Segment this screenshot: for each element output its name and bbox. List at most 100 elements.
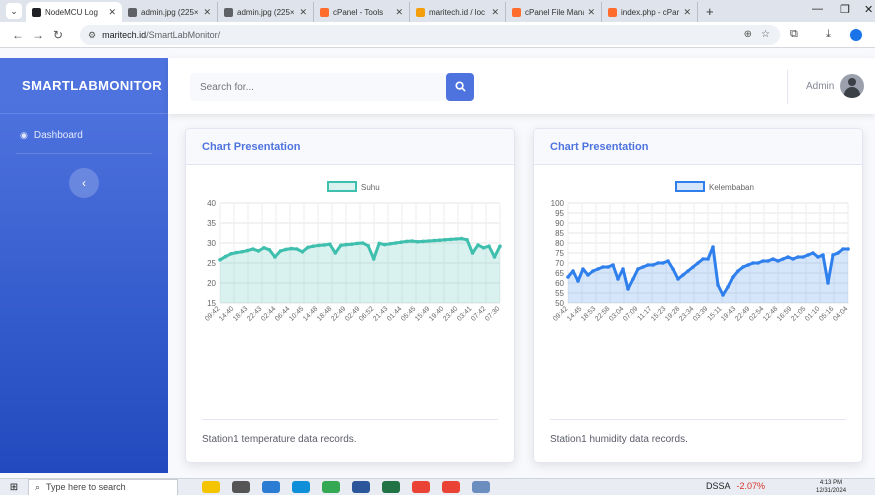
y-tick-label: 40 xyxy=(207,199,216,208)
chrome-icon[interactable] xyxy=(322,481,340,493)
avatar-head xyxy=(848,78,856,86)
tab-close-icon[interactable]: ✕ xyxy=(683,7,691,18)
data-point xyxy=(821,253,825,257)
browser-tab[interactable]: NodeMCU Log ✕ xyxy=(26,2,122,22)
browser-tab[interactable]: cPanel File Mana ✕ xyxy=(506,2,602,22)
task-view-icon[interactable] xyxy=(232,481,250,493)
cortana-icon[interactable] xyxy=(202,481,220,493)
tab-close-icon[interactable]: ✕ xyxy=(395,7,403,18)
sidebar-toggle-button[interactable]: ‹ xyxy=(69,168,99,198)
tab-close-icon[interactable]: ✕ xyxy=(203,7,211,18)
data-point xyxy=(289,246,294,251)
clock[interactable]: 4:13 PM 12/31/2024 xyxy=(816,479,846,495)
tab-close-icon[interactable]: ✕ xyxy=(108,7,116,18)
x-tick-label: 07:42 xyxy=(470,305,487,322)
x-tick-label: 14:45 xyxy=(566,305,583,322)
minimize-icon[interactable]: — xyxy=(812,3,823,15)
browser-tab[interactable]: admin.jpg (225× ✕ xyxy=(218,2,314,22)
x-tick-label: 02:44 xyxy=(260,305,277,322)
search-button[interactable] xyxy=(446,73,474,101)
browser-tab[interactable]: cPanel - Tools ✕ xyxy=(314,2,410,22)
data-point xyxy=(786,255,790,259)
card-divider xyxy=(202,419,498,420)
data-point xyxy=(791,257,795,261)
bookmark-star-icon[interactable]: ☆ xyxy=(761,29,770,40)
site-info-icon[interactable]: ⚙ xyxy=(88,30,96,41)
data-point xyxy=(631,277,635,281)
x-tick-label: 12:48 xyxy=(762,305,779,322)
edge-icon[interactable] xyxy=(292,481,310,493)
avatar[interactable] xyxy=(840,74,864,98)
data-point xyxy=(388,242,392,246)
data-point xyxy=(284,247,288,252)
x-tick-label: 01:44 xyxy=(386,305,403,322)
legend-label: Suhu xyxy=(361,183,380,192)
forward-icon[interactable]: → xyxy=(28,28,48,42)
data-point xyxy=(621,267,625,271)
x-tick-label: 22:43 xyxy=(246,305,263,322)
taskbar-search[interactable]: ⌕ Type here to search xyxy=(28,478,178,495)
browser-tab[interactable]: index.php - cPar ✕ xyxy=(602,2,698,22)
tab-close-icon[interactable]: ✕ xyxy=(299,7,307,18)
user-name[interactable]: Admin xyxy=(806,81,834,92)
x-tick-label: 15:23 xyxy=(650,305,667,322)
browser-tab[interactable]: admin.jpg (225× ✕ xyxy=(122,2,218,22)
close-window-icon[interactable]: ✕ xyxy=(864,3,873,16)
chrome-icon[interactable] xyxy=(442,481,460,493)
new-tab-button[interactable]: + xyxy=(698,4,722,22)
x-tick-label: 06:52 xyxy=(358,305,375,322)
data-point xyxy=(706,257,710,261)
download-icon[interactable]: ⤓ xyxy=(826,28,831,41)
avatar-body xyxy=(844,87,860,98)
word-icon[interactable] xyxy=(352,481,370,493)
clock-date: 12/31/2024 xyxy=(816,488,847,494)
sidebar: SMARTLABMONITOR ◉ Dashboard ‹ xyxy=(0,58,168,473)
data-point xyxy=(771,257,775,261)
chrome-icon[interactable] xyxy=(412,481,430,493)
windows-start-icon[interactable]: ⊞ xyxy=(0,482,28,493)
data-point xyxy=(382,242,387,247)
data-point xyxy=(344,242,349,247)
y-tick-label: 65 xyxy=(555,269,564,278)
windows-taskbar: ⊞ ⌕ Type here to search DSSA -2.07% 4:13 … xyxy=(0,478,875,495)
tab-search-icon[interactable]: ⌄ xyxy=(6,3,22,19)
file-explorer-icon[interactable] xyxy=(262,481,280,493)
misc-app-icon[interactable] xyxy=(472,481,490,493)
data-point xyxy=(586,273,590,277)
x-tick-label: 19:40 xyxy=(428,305,445,322)
sidebar-item-dashboard[interactable]: ◉ Dashboard xyxy=(0,114,168,141)
search-input[interactable] xyxy=(190,73,474,101)
data-point xyxy=(333,251,338,255)
tab-close-icon[interactable]: ✕ xyxy=(491,7,499,18)
data-point xyxy=(826,281,830,285)
stock-widget[interactable]: DSSA -2.07% xyxy=(706,481,765,491)
zoom-icon[interactable]: ⊕ xyxy=(744,29,752,40)
x-tick-label: 04:04 xyxy=(832,305,849,322)
data-point xyxy=(711,245,715,249)
x-tick-label: 18:43 xyxy=(232,305,249,322)
card-footer-text: Station1 temperature data records. xyxy=(202,434,357,445)
data-point xyxy=(262,246,266,250)
y-tick-label: 80 xyxy=(555,239,564,248)
topbar: Admin xyxy=(168,58,875,114)
tab-close-icon[interactable]: ✕ xyxy=(587,7,595,18)
reload-icon[interactable]: ↻ xyxy=(48,28,68,42)
data-point xyxy=(626,287,630,291)
data-point xyxy=(691,265,695,269)
data-point xyxy=(756,261,760,265)
browser-tab[interactable]: maritech.id / loc ✕ xyxy=(410,2,506,22)
excel-icon[interactable] xyxy=(382,481,400,493)
url-field[interactable]: ⚙ maritech.id/SmartLabMonitor/ ⊕ ☆ xyxy=(80,25,780,45)
restore-icon[interactable]: ❐ xyxy=(840,3,850,16)
legend-swatch xyxy=(675,181,705,192)
x-tick-label: 09:42 xyxy=(552,305,569,322)
data-point xyxy=(591,269,595,273)
brand-title[interactable]: SMARTLABMONITOR xyxy=(0,58,168,114)
data-point xyxy=(611,263,615,267)
data-point xyxy=(716,283,720,287)
extensions-icon[interactable]: ⧉ xyxy=(790,28,798,41)
profile-avatar[interactable] xyxy=(850,29,862,41)
y-tick-label: 20 xyxy=(207,279,216,288)
back-icon[interactable]: ← xyxy=(8,28,28,42)
x-tick-label: 23:34 xyxy=(678,305,695,322)
